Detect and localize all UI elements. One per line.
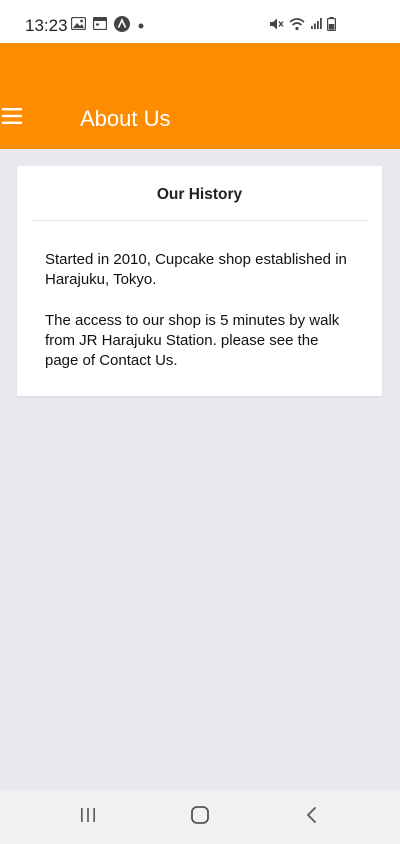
status-left-icons [70, 15, 145, 37]
home-icon [189, 804, 211, 831]
hamburger-menu-icon [0, 106, 24, 131]
card-divider [33, 220, 367, 221]
back-icon [303, 805, 321, 830]
menu-button[interactable] [0, 105, 28, 131]
back-button[interactable] [299, 804, 325, 830]
history-card: Our History Started in 2010, Cupcake sho… [17, 166, 382, 396]
home-button[interactable] [187, 804, 213, 830]
page-title: About Us [80, 106, 171, 131]
system-nav-bar [0, 790, 400, 844]
image-icon [70, 16, 87, 35]
status-bar: 13:23 [0, 0, 400, 43]
status-time: 13:23 [25, 16, 68, 35]
status-right-icons [269, 16, 337, 36]
history-paragraph: Started in 2010, Cupcake shop establishe… [45, 251, 347, 288]
calendar-icon [92, 16, 108, 35]
app-bar: About Us [0, 43, 400, 149]
access-paragraph: The access to our shop is 5 minutes by w… [45, 312, 340, 369]
card-title: Our History [156, 186, 243, 203]
app-icon [114, 15, 130, 37]
recents-icon [78, 806, 98, 829]
dot-icon [137, 17, 145, 35]
recents-button[interactable] [75, 804, 101, 830]
signal-icon [310, 17, 322, 35]
mute-icon [269, 17, 284, 36]
battery-icon [327, 16, 337, 36]
wifi-icon [289, 17, 305, 36]
